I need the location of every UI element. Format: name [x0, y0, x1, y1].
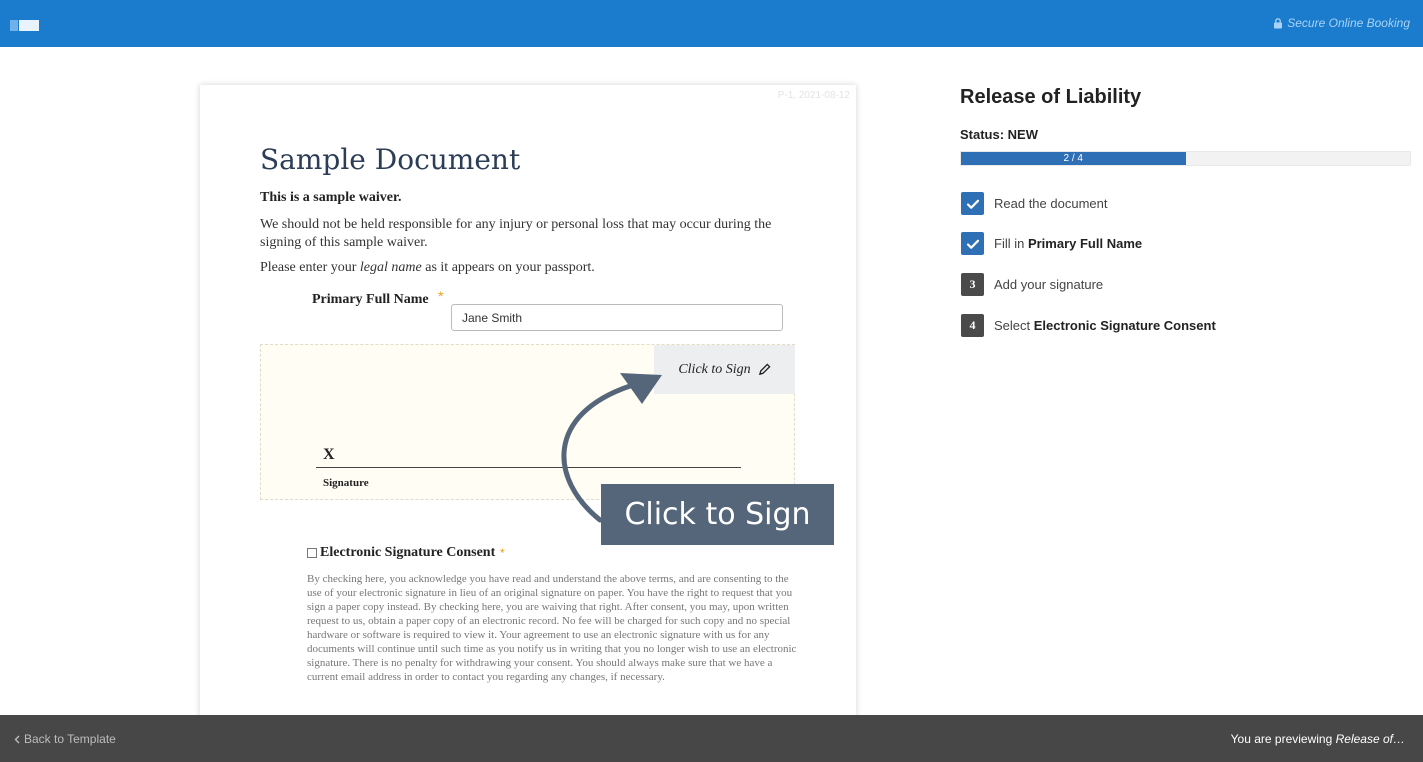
- step-label: Fill in Primary Full Name: [994, 236, 1143, 251]
- step-number: 4: [961, 314, 984, 337]
- document-title: Sample Document: [260, 143, 521, 176]
- required-star: *: [438, 288, 444, 304]
- document-instruction: Please enter your legal name as it appea…: [260, 260, 595, 275]
- step-label: Read the document: [994, 196, 1108, 211]
- document-id-stamp: P-1, 2021-08-12: [777, 90, 850, 101]
- signature-line: [316, 467, 741, 468]
- back-to-template-link[interactable]: Back to Template: [14, 732, 116, 746]
- preview-notice: You are previewing Release of…: [1230, 732, 1405, 746]
- lock-icon: [1274, 17, 1283, 28]
- checkmark-icon: [961, 232, 984, 255]
- click-to-sign-callout[interactable]: Click to Sign: [601, 484, 834, 545]
- footer-bar: Back to Template You are previewing Rele…: [0, 715, 1423, 762]
- chevron-left-icon: [14, 735, 20, 743]
- document-subtitle: This is a sample waiver.: [260, 190, 402, 205]
- primary-full-name-label: Primary Full Name: [312, 292, 429, 307]
- step-label: Add your signature: [994, 277, 1104, 292]
- signature-label: Signature: [323, 477, 369, 489]
- document-paper: P-1, 2021-08-12 Sample Document This is …: [200, 85, 856, 725]
- document-paragraph: We should not be held responsible for an…: [260, 217, 772, 250]
- secure-booking-label: Secure Online Booking: [1287, 16, 1410, 30]
- consent-label[interactable]: Electronic Signature Consent: [320, 545, 495, 561]
- consent-text: By checking here, you acknowledge you ha…: [307, 573, 797, 683]
- step-label: Select Electronic Signature Consent: [994, 318, 1216, 333]
- click-to-sign-label: Click to Sign: [678, 361, 751, 377]
- top-bar: Secure Online Booking: [0, 0, 1423, 47]
- step-number: 3: [961, 273, 984, 296]
- logo: [10, 20, 39, 31]
- consent-required-star: *: [500, 546, 505, 560]
- step-add-signature[interactable]: 3 Add your signature: [961, 273, 1103, 296]
- status-badge: Status: NEW: [960, 127, 1038, 142]
- progress-bar: 2 / 4: [960, 151, 1411, 166]
- progress-fill: 2 / 4: [961, 152, 1186, 165]
- pencil-icon: [758, 363, 771, 376]
- step-fill-primary-full-name[interactable]: Fill in Primary Full Name: [961, 232, 1142, 255]
- signature-box[interactable]: Click to Sign X Signature: [260, 344, 795, 500]
- signature-x-mark: X: [323, 446, 335, 463]
- secure-booking-badge: Secure Online Booking: [1273, 16, 1410, 30]
- panel-title: Release of Liability: [960, 86, 1142, 108]
- click-to-sign-button[interactable]: Click to Sign: [654, 345, 795, 394]
- consent-checkbox[interactable]: [307, 548, 317, 558]
- checkmark-icon: [961, 192, 984, 215]
- back-to-template-label: Back to Template: [24, 732, 116, 746]
- step-read-document[interactable]: Read the document: [961, 192, 1107, 215]
- step-select-consent[interactable]: 4 Select Electronic Signature Consent: [961, 314, 1216, 337]
- primary-full-name-input[interactable]: [451, 304, 783, 331]
